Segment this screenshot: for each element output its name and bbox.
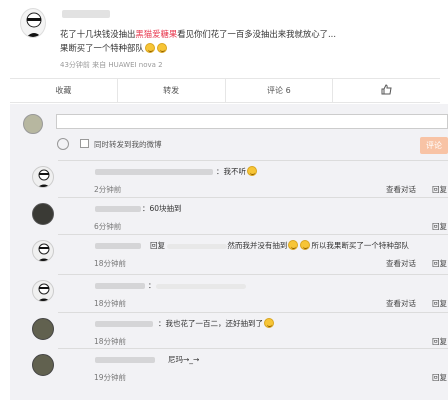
divider (58, 312, 448, 313)
reply-link[interactable]: 回复 (432, 298, 447, 309)
comment-text: ：我不听 (216, 166, 258, 177)
commenter-avatar[interactable] (32, 166, 54, 188)
reply-link[interactable]: 回复 (432, 184, 447, 195)
commenter-avatar[interactable] (32, 354, 54, 376)
comment-item: ：60块抽到 6分钟前 回复 (20, 197, 448, 231)
comment-text-body: ：我也花了一百二，还好抽到了 (158, 319, 263, 328)
mention-redacted[interactable] (167, 243, 228, 249)
hashtag-link[interactable]: 黑猫爱糖果 (135, 29, 177, 39)
comment-text: 尼玛→_→ (168, 355, 200, 364)
submit-comment-button[interactable]: 评论 (420, 137, 448, 154)
comment-input[interactable] (56, 114, 448, 129)
comment-text: ：60块抽到 (142, 204, 182, 213)
comment-item: ：我也花了一百二，还好抽到了 18分钟前 回复 (20, 312, 448, 346)
laugh-emoji-icon (247, 166, 257, 176)
comment-time: 18分钟前 (94, 299, 127, 308)
comment-section: 同时转发到我的微博 评论 ：我不听 2分钟前 查看对话 回复 ：60块抽到 6分… (10, 104, 448, 400)
reply-link[interactable]: 回复 (432, 258, 447, 269)
author-avatar[interactable] (20, 8, 46, 38)
commenter-avatar[interactable] (32, 280, 54, 302)
action-bar: 收藏 转发 评论 6 (10, 78, 440, 103)
commenter-name-redacted[interactable] (95, 206, 141, 212)
weibo-post: 花了十几块钱没抽出黑猫爱糖果看见你们花了一百多没抽出来我就放心了... 果断买了… (0, 0, 448, 78)
commenter-avatar[interactable] (32, 318, 54, 340)
sync-repost-label: 同时转发到我的微博 (94, 140, 162, 149)
commenter-name-redacted[interactable] (95, 321, 153, 327)
laugh-emoji-icon (288, 240, 299, 250)
comment-time: 2分钟前 (94, 185, 122, 194)
post-content: 花了十几块钱没抽出黑猫爱糖果看见你们花了一百多没抽出来我就放心了... 果断买了… (60, 27, 445, 55)
comment-button[interactable]: 评论 6 (226, 79, 334, 102)
smile-emoji-icon (264, 318, 274, 328)
comment-item: 尼玛→_→ 19分钟前 回复 (20, 348, 448, 382)
laugh-emoji-icon (300, 240, 311, 250)
comment-text-body: ：我不听 (216, 167, 246, 176)
post-meta: 43分钟前 来自 HUAWEI nova 2 (60, 61, 163, 69)
comment-item: ： 18分钟前 查看对话 回复 (20, 274, 448, 308)
comment-time: 6分钟前 (94, 222, 122, 231)
comment-text: ： (148, 280, 246, 291)
thumbs-up-icon (381, 84, 392, 97)
comment-text-redacted (155, 283, 246, 289)
comment-time: 19分钟前 (94, 373, 127, 382)
divider (58, 274, 448, 275)
comment-item: ：我不听 2分钟前 查看对话 回复 (20, 160, 448, 194)
post-text-line2: 果断买了一个特种部队 (60, 43, 144, 53)
sync-repost-checkbox[interactable] (80, 139, 89, 148)
divider (58, 234, 448, 235)
commenter-avatar[interactable] (32, 203, 54, 225)
post-text-pre: 花了十几块钱没抽出 (60, 29, 136, 39)
reply-prefix: 回复 (150, 241, 165, 250)
post-text-post: 看见你们花了一百多没抽出来我就放心了... (177, 29, 336, 39)
comment-text-body: ： (148, 281, 156, 290)
commenter-avatar[interactable] (32, 240, 54, 262)
comment-time: 18分钟前 (94, 337, 127, 346)
laugh-emoji-icon (144, 43, 155, 53)
collect-button[interactable]: 收藏 (10, 79, 118, 102)
divider (58, 160, 448, 161)
view-conversation-link[interactable]: 查看对话 (386, 298, 416, 309)
comment-text-part2: 然而我并没有抽到 (227, 241, 288, 250)
reply-link[interactable]: 回复 (432, 372, 447, 383)
comment-time: 18分钟前 (94, 259, 127, 268)
laugh-emoji-icon (156, 43, 167, 53)
comment-item: 回复 然而我并没有抽到 所以我果断买了一个特种部队 18分钟前 查看对话 回复 (20, 234, 448, 268)
author-name-redacted[interactable] (62, 10, 110, 18)
commenter-name-redacted[interactable] (95, 357, 155, 363)
divider (58, 348, 448, 349)
view-conversation-link[interactable]: 查看对话 (386, 184, 416, 195)
like-button[interactable] (333, 79, 440, 102)
comment-text: 回复 然而我并没有抽到 所以我果断买了一个特种部队 (150, 240, 409, 251)
comment-text-part3: 所以我果断买了一个特种部队 (311, 241, 409, 250)
commenter-name-redacted[interactable] (95, 283, 145, 289)
reply-link[interactable]: 回复 (432, 221, 447, 232)
comment-text: ：我也花了一百二，还好抽到了 (158, 318, 275, 329)
reply-link[interactable]: 回复 (432, 336, 447, 347)
repost-button[interactable]: 转发 (118, 79, 226, 102)
my-avatar (23, 114, 43, 134)
emoji-picker-icon[interactable] (57, 138, 69, 150)
commenter-name-redacted[interactable] (95, 243, 141, 249)
commenter-name-redacted[interactable] (95, 169, 213, 175)
view-conversation-link[interactable]: 查看对话 (386, 258, 416, 269)
divider (58, 197, 448, 198)
